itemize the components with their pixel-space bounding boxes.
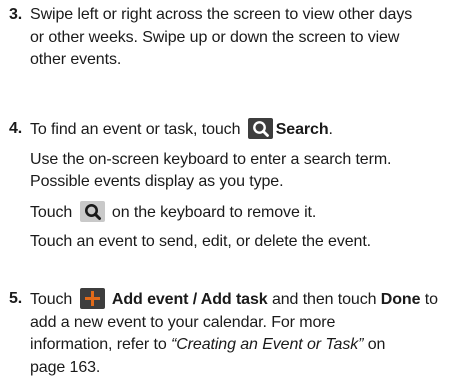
step-text: on (368, 336, 386, 353)
step-text-line: add a new event to your calendar. For mo… (30, 312, 473, 335)
step-text: information, refer to (30, 336, 167, 353)
search-label: Search (276, 121, 329, 138)
step-4: 4. To find an event or task, touch Searc… (0, 118, 473, 254)
search-icon (248, 118, 273, 139)
step-text-line: information, refer to “Creating an Event… (30, 334, 473, 357)
step-number: 5. (9, 288, 22, 311)
step-keyboard-line: Touch on the keyboard to remove it. (30, 201, 473, 225)
step-text: Touch (30, 204, 72, 221)
step-text-line: Use the on-screen keyboard to enter a se… (30, 149, 473, 172)
manual-page: 3. Swipe left or right across the screen… (0, 0, 473, 378)
step-text-line: Swipe left or right across the screen to… (30, 4, 473, 27)
step-text: and then touch (272, 291, 376, 308)
step-text: . (329, 121, 333, 138)
step-text: To find an event or task, touch (30, 121, 240, 138)
step-text-line: Touch Add event / Add task and then touc… (30, 288, 473, 312)
step-text-line: other events. (30, 49, 473, 72)
step-intro: To find an event or task, touch Search. (30, 118, 473, 142)
cross-reference-link[interactable]: “Creating an Event or Task” (171, 336, 363, 353)
step-text: Touch (30, 291, 72, 308)
add-icon (80, 288, 105, 309)
keyboard-search-key-icon (80, 201, 105, 222)
step-text-line: page 163. (30, 357, 473, 379)
add-event-label: Add event / Add task (112, 291, 268, 308)
step-text-line: Touch an event to send, edit, or delete … (30, 231, 473, 254)
step-text: to (425, 291, 438, 308)
done-label: Done (381, 291, 421, 308)
step-3: 3. Swipe left or right across the screen… (0, 4, 473, 72)
step-text-line: or other weeks. Swipe up or down the scr… (30, 27, 473, 50)
step-text: on the keyboard to remove it. (112, 204, 316, 221)
step-5: 5. Touch Add event / Add task and then t… (0, 288, 473, 379)
step-number: 4. (9, 118, 22, 141)
step-text-line: Possible events display as you type. (30, 171, 473, 194)
step-number: 3. (9, 4, 22, 27)
